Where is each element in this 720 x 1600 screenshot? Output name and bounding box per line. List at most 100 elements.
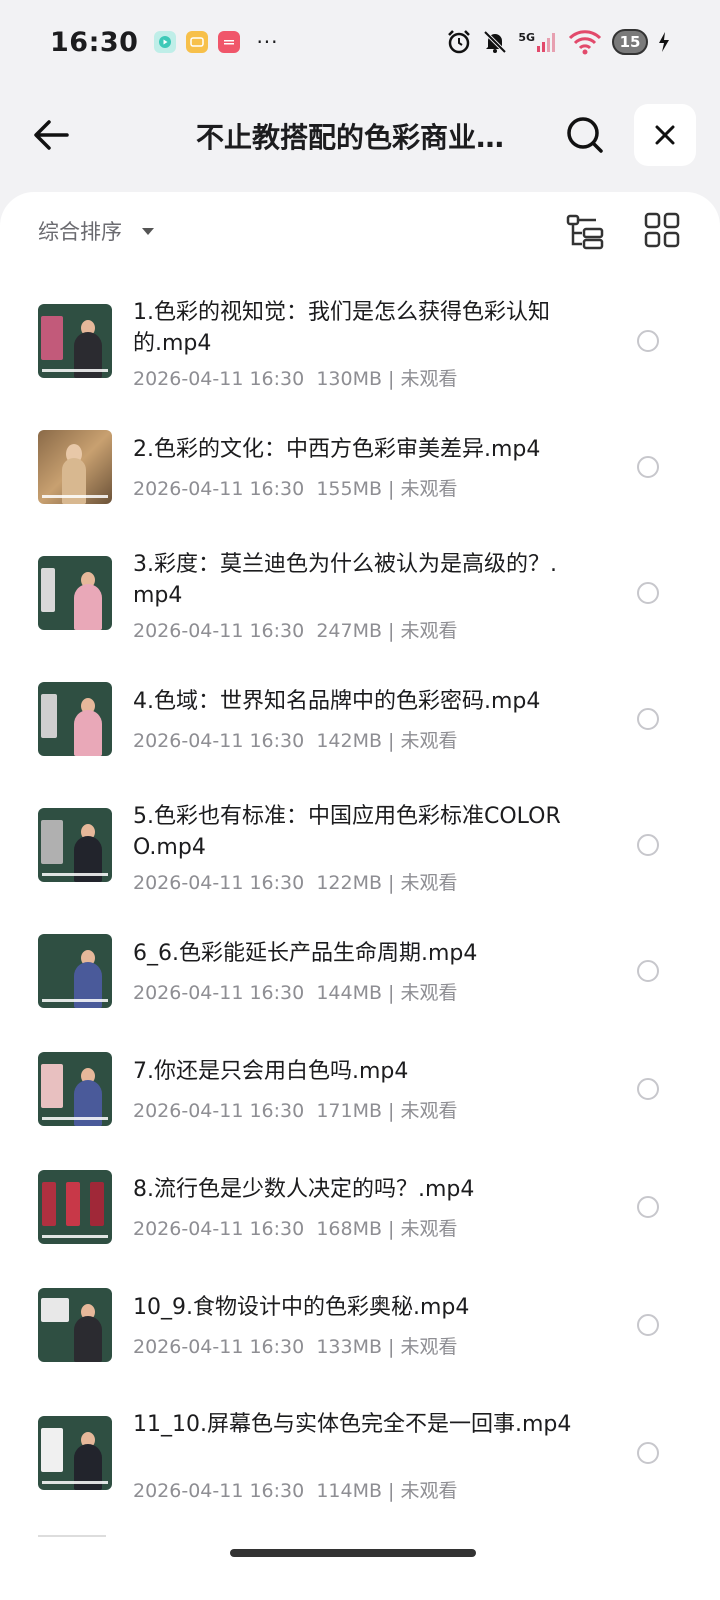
- file-meta: 2026-04-11 16:30 114MB | 未观看: [133, 1480, 458, 1502]
- file-size: 144MB: [316, 982, 383, 1004]
- file-date: 2026-04-11 16:30: [133, 1218, 305, 1240]
- file-name: 1.色彩的视知觉：我们是怎么获得色彩认知的.mp4: [133, 300, 550, 356]
- watch-status: 未观看: [400, 872, 458, 894]
- file-size: 130MB: [316, 368, 383, 390]
- video-thumbnail: [38, 1416, 112, 1490]
- file-size: 247MB: [316, 620, 383, 642]
- video-thumbnail: [38, 1170, 112, 1244]
- file-meta: 2026-04-11 16:30 171MB | 未观看: [133, 1100, 458, 1122]
- file-name: 7.你还是只会用白色吗.mp4: [133, 1059, 409, 1084]
- arrow-left-icon: [34, 120, 69, 150]
- file-row[interactable]: 4.色域：世界知名品牌中的色彩密码.mp4 2026-04-11 16:30 1…: [0, 680, 720, 760]
- watch-status: 未观看: [400, 1218, 458, 1240]
- select-radio[interactable]: [637, 708, 659, 730]
- close-icon: [655, 125, 675, 145]
- file-date: 2026-04-11 16:30: [133, 1480, 305, 1502]
- file-name: 2.色彩的文化：中西方色彩审美差异.mp4: [133, 437, 541, 462]
- select-radio[interactable]: [637, 834, 659, 856]
- tree-view-icon[interactable]: [566, 212, 606, 252]
- file-row[interactable]: 1.色彩的视知觉：我们是怎么获得色彩认知的.mp4 2026-04-11 16:…: [0, 292, 720, 402]
- more-notifications-icon: ···: [256, 30, 279, 54]
- status-bar: 16:30 ··· 5G 15: [0, 0, 720, 84]
- file-date: 2026-04-11 16:30: [133, 982, 305, 1004]
- file-row[interactable]: 10_9.食物设计中的色彩奥秘.mp4 2026-04-11 16:30 133…: [0, 1286, 720, 1366]
- select-radio[interactable]: [637, 1442, 659, 1464]
- select-radio[interactable]: [637, 330, 659, 352]
- watch-status: 未观看: [400, 478, 458, 500]
- watch-status: 未观看: [400, 620, 458, 642]
- select-radio[interactable]: [637, 1078, 659, 1100]
- file-name: 10_9.食物设计中的色彩奥秘.mp4: [133, 1295, 470, 1320]
- file-row[interactable]: 5.色彩也有标准：中国应用色彩标准COLORO.mp4 2026-04-11 1…: [0, 796, 720, 906]
- select-radio[interactable]: [637, 1196, 659, 1218]
- file-meta: 2026-04-11 16:30 142MB | 未观看: [133, 730, 458, 752]
- notification-icons: ···: [154, 30, 278, 54]
- mute-icon: [483, 30, 507, 54]
- file-name: 3.彩度：莫兰迪色为什么被认为是高级的？.mp4: [133, 552, 557, 608]
- file-meta: 2026-04-11 16:30 168MB | 未观看: [133, 1218, 458, 1240]
- file-date: 2026-04-11 16:30: [133, 368, 305, 390]
- battery-level: 15: [619, 33, 641, 51]
- watch-status: 未观看: [400, 368, 458, 390]
- wifi-icon: [568, 30, 602, 55]
- file-name: 6_6.色彩能延长产品生命周期.mp4: [133, 941, 478, 966]
- watch-status: 未观看: [400, 1100, 458, 1122]
- file-row[interactable]: 3.彩度：莫兰迪色为什么被认为是高级的？.mp4 2026-04-11 16:3…: [0, 544, 720, 654]
- video-thumbnail: [38, 1052, 112, 1126]
- watch-status: 未观看: [400, 730, 458, 752]
- file-row[interactable]: 6_6.色彩能延长产品生命周期.mp4 2026-04-11 16:30 144…: [0, 932, 720, 1012]
- page-title: 不止教搭配的色彩商业…: [196, 121, 505, 154]
- video-thumbnail: [38, 430, 112, 504]
- search-icon: [567, 117, 603, 153]
- file-date: 2026-04-11 16:30: [133, 478, 305, 500]
- file-name: 4.色域：世界知名品牌中的色彩密码.mp4: [133, 689, 541, 714]
- file-name: 8.流行色是少数人决定的吗？.mp4: [133, 1177, 475, 1202]
- file-name: 11_10.屏幕色与实体色完全不是一回事.mp4: [133, 1412, 572, 1437]
- network-type: 5G: [518, 31, 535, 44]
- clock: 16:30: [50, 26, 139, 58]
- file-date: 2026-04-11 16:30: [133, 1100, 305, 1122]
- file-row[interactable]: 2.色彩的文化：中西方色彩审美差异.mp4 2026-04-11 16:30 1…: [0, 428, 720, 508]
- file-size: 133MB: [316, 1336, 383, 1358]
- video-thumbnail: [38, 304, 112, 378]
- select-radio[interactable]: [637, 582, 659, 604]
- file-meta: 2026-04-11 16:30 155MB | 未观看: [133, 478, 458, 500]
- file-row[interactable]: 8.流行色是少数人决定的吗？.mp4 2026-04-11 16:30 168M…: [0, 1168, 720, 1248]
- video-app-icon: [154, 31, 177, 53]
- close-button[interactable]: [634, 104, 696, 166]
- video-thumbnail: [38, 1288, 112, 1362]
- file-row[interactable]: 7.你还是只会用白色吗.mp4 2026-04-11 16:30 171MB |…: [0, 1050, 720, 1130]
- file-size: 142MB: [316, 730, 383, 752]
- file-meta: 2026-04-11 16:30 133MB | 未观看: [133, 1336, 458, 1358]
- file-date: 2026-04-11 16:30: [133, 730, 305, 752]
- battery-icon: 15: [612, 29, 648, 55]
- sort-toolbar: 综合排序: [0, 192, 720, 272]
- alarm-icon: [448, 30, 471, 54]
- file-row[interactable]: 11_10.屏幕色与实体色完全不是一回事.mp4 2026-04-11 16:3…: [0, 1404, 720, 1514]
- select-radio[interactable]: [637, 1314, 659, 1336]
- video-thumbnail: [38, 808, 112, 882]
- video-thumbnail: [38, 682, 112, 756]
- watch-status: 未观看: [400, 1480, 458, 1502]
- file-meta: 2026-04-11 16:30 122MB | 未观看: [133, 872, 458, 894]
- watch-status: 未观看: [400, 1336, 458, 1358]
- file-meta: 2026-04-11 16:30 144MB | 未观看: [133, 982, 458, 1004]
- sort-dropdown[interactable]: 综合排序: [38, 216, 122, 246]
- select-radio[interactable]: [637, 456, 659, 478]
- search-button[interactable]: [562, 112, 608, 158]
- file-name: 5.色彩也有标准：中国应用色彩标准COLORO.mp4: [133, 804, 561, 860]
- caret-down-icon[interactable]: [142, 228, 154, 235]
- charging-icon: [659, 32, 669, 52]
- system-icons: 5G 15: [446, 29, 670, 55]
- select-radio[interactable]: [637, 960, 659, 982]
- file-date: 2026-04-11 16:30: [133, 620, 305, 642]
- list-end-divider: [38, 1535, 106, 1537]
- file-size: 122MB: [316, 872, 383, 894]
- file-date: 2026-04-11 16:30: [133, 1336, 305, 1358]
- grid-view-icon[interactable]: [644, 212, 680, 248]
- file-size: 155MB: [316, 478, 383, 500]
- file-meta: 2026-04-11 16:30 130MB | 未观看: [133, 368, 458, 390]
- file-size: 114MB: [316, 1480, 383, 1502]
- home-indicator[interactable]: [230, 1549, 476, 1557]
- back-button[interactable]: [28, 112, 74, 158]
